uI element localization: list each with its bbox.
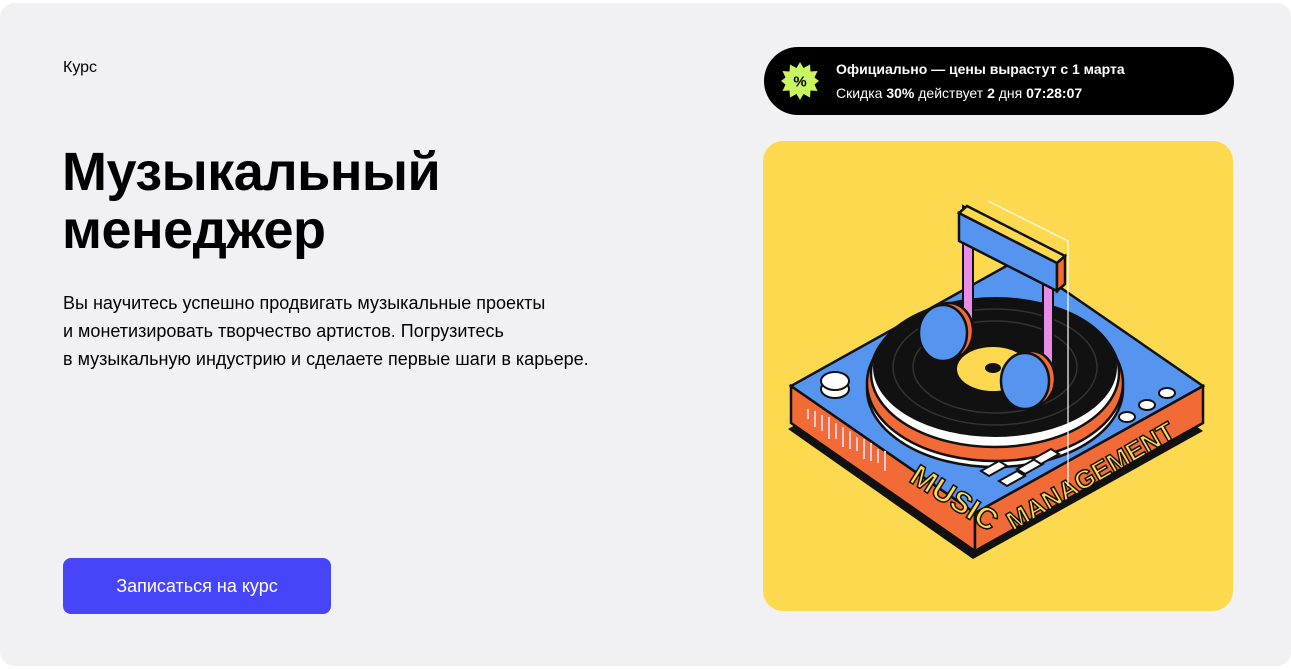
promo-discount-line: Скидка 30% действует 2 дня 07:28:07	[836, 84, 1082, 102]
small-knob	[1138, 399, 1156, 411]
page-title: Музыкальный менеджер	[62, 143, 582, 259]
description-line: Вы научитесь успешно продвигать музыкаль…	[63, 293, 546, 313]
description-line: и монетизировать творчество артистов. По…	[63, 321, 504, 341]
page-title-line: менеджер	[62, 200, 326, 260]
discount-prefix: Скидка	[836, 85, 883, 101]
enroll-button[interactable]: Записаться на курс	[63, 558, 331, 614]
discount-value: 30%	[886, 85, 915, 101]
small-knob	[1118, 411, 1136, 423]
vinyl-spindle	[985, 363, 1001, 373]
turntable-music-note-illustration: MUSIC MANAGEMENT	[788, 200, 1206, 559]
percent-badge-icon: %	[781, 62, 819, 100]
course-illustration: MUSIC MANAGEMENT	[763, 141, 1233, 611]
discount-middle: действует	[918, 85, 984, 101]
page-title-line: Музыкальный	[62, 142, 441, 202]
days-unit: дня	[998, 85, 1023, 101]
course-description: Вы научитесь успешно продвигать музыкаль…	[63, 289, 663, 373]
countdown-timer: 07:28:07	[1026, 85, 1083, 101]
description-line: в музыкальную индустрию и сделаете первы…	[63, 349, 589, 369]
knob-top	[820, 371, 850, 391]
small-knob	[1158, 387, 1176, 399]
course-kind-label: Курс	[63, 59, 98, 76]
days-value: 2	[987, 85, 995, 101]
promo-headline: Официально — цены вырастут с 1 марта	[836, 61, 1125, 77]
svg-text:%: %	[793, 74, 806, 91]
promo-banner: % Официально — цены вырастут с 1 марта С…	[764, 47, 1234, 115]
